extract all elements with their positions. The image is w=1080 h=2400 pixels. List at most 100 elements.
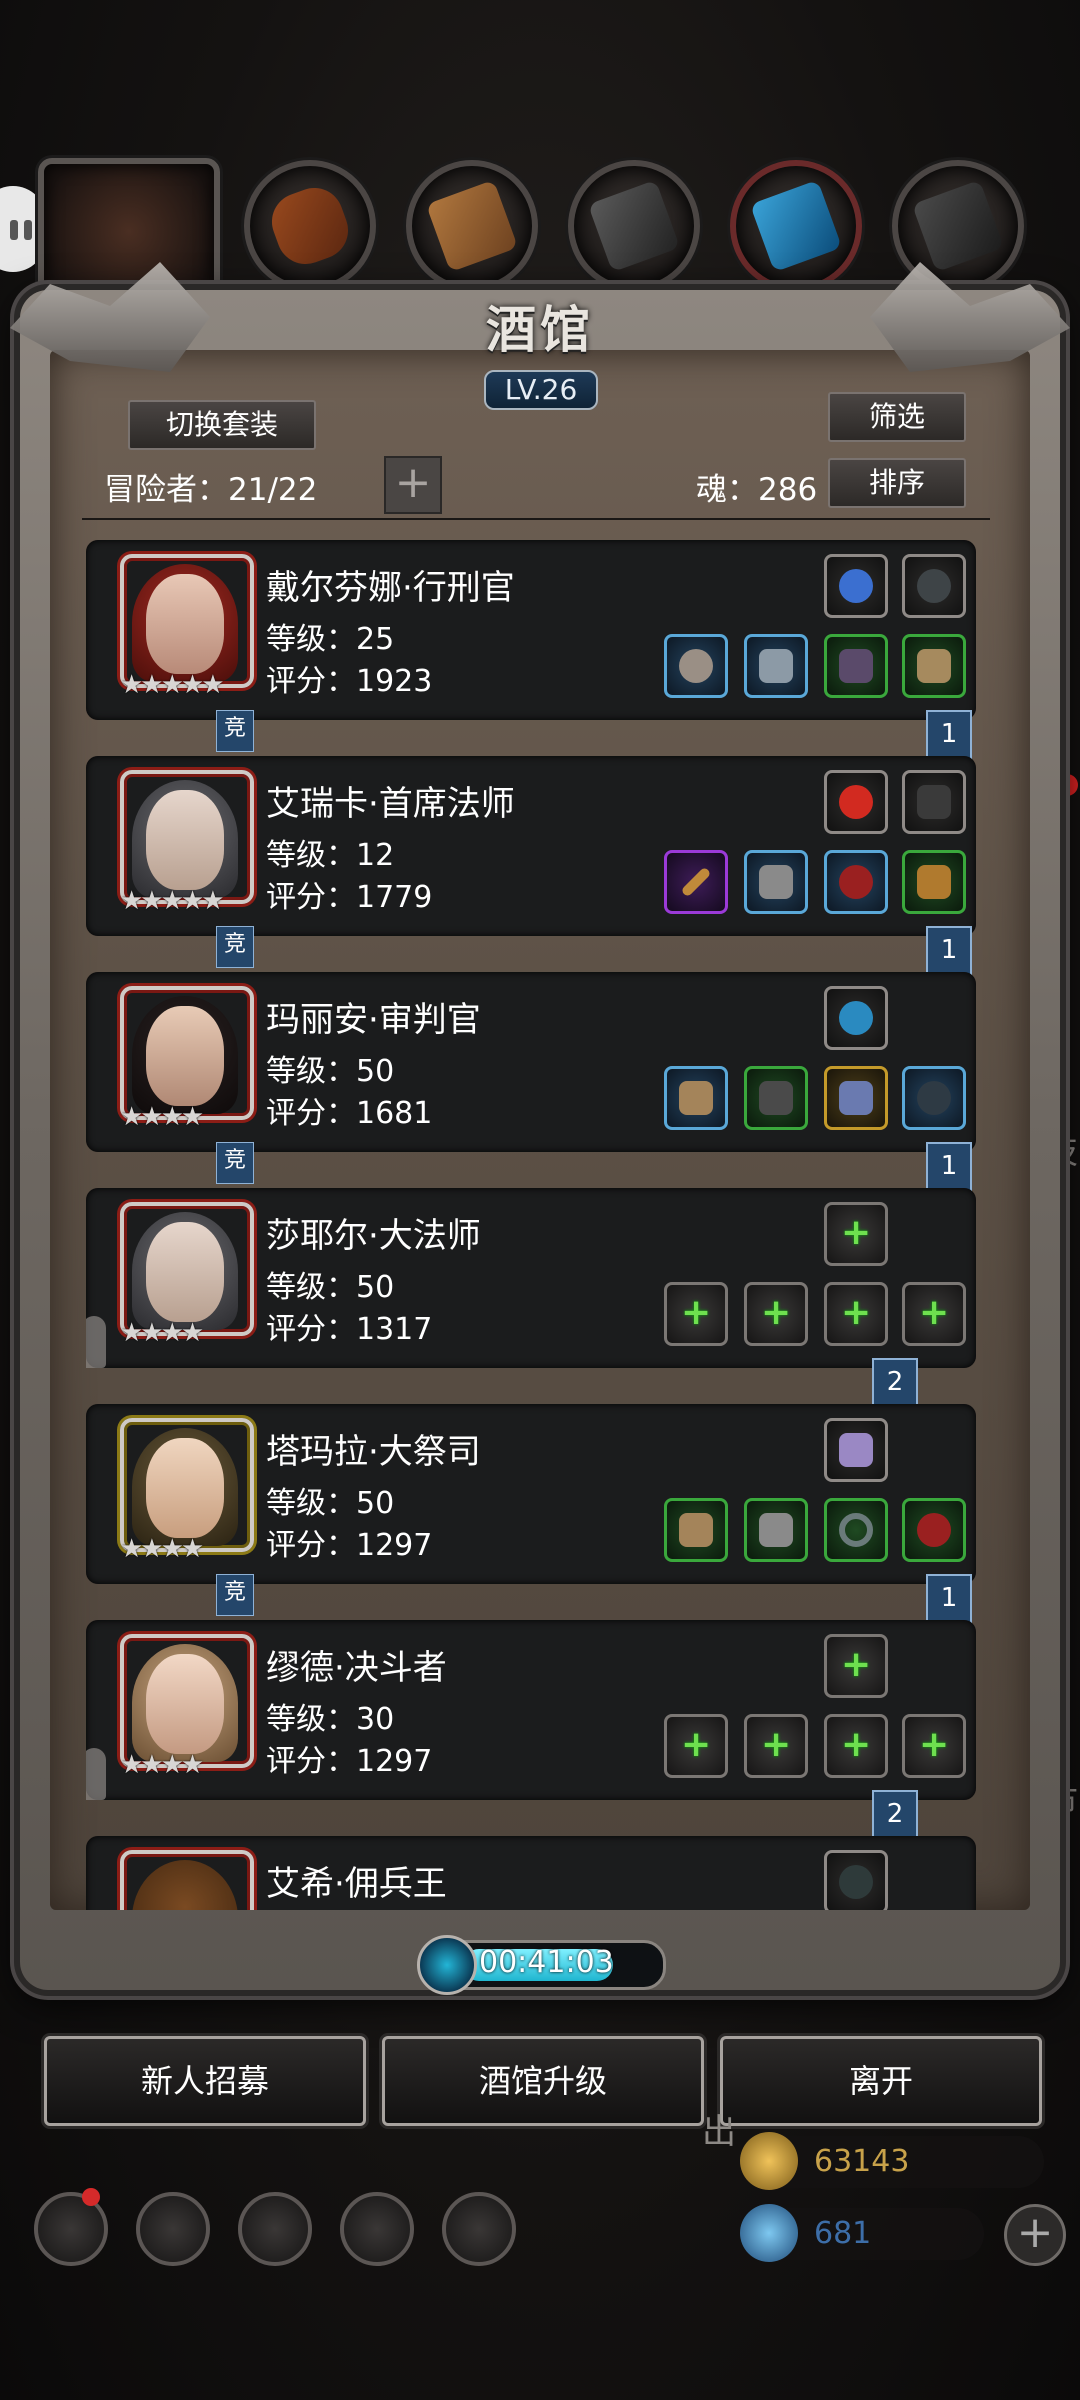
arena-badge: 竞 xyxy=(216,710,254,752)
gear-slot-flower[interactable] xyxy=(824,986,888,1050)
gear-slot-armor[interactable] xyxy=(744,1498,808,1562)
panel-title: 酒馆 xyxy=(486,300,594,359)
hero-name: 莎耶尔·大法师 xyxy=(266,1216,481,1256)
iron-icon xyxy=(587,179,681,273)
gear-slot-gem[interactable] xyxy=(824,770,888,834)
hero-row[interactable]: ★★★★★ 艾瑞卡·首席法师 等级：12 评分：1779 xyxy=(86,756,976,936)
hero-row[interactable]: ★★★★★ 戴尔芬娜·行刑官 等级：25 评分：1923 xyxy=(86,540,976,720)
gold-amount: 63143 xyxy=(814,2144,910,2179)
add-accessory-button[interactable]: + xyxy=(902,1282,966,1346)
gear-slot-shield[interactable] xyxy=(824,1066,888,1130)
hero-row[interactable]: ★★★★ 玛丽安·审判官 等级：50 评分：1681 xyxy=(86,972,976,1152)
hero-name: 缪德·决斗者 xyxy=(266,1648,447,1688)
gear-slot-boots[interactable] xyxy=(744,1066,808,1130)
tavern-level-badge: LV.26 xyxy=(484,370,598,410)
gear-slot-ring[interactable] xyxy=(824,1498,888,1562)
hero-row[interactable]: 艾希·佣兵王 xyxy=(86,1836,976,1910)
hero-name: 艾希·佣兵王 xyxy=(266,1864,447,1904)
side-label-out: 出 xyxy=(702,2112,736,2152)
switch-outfit-button[interactable]: 切换套装 xyxy=(128,400,316,450)
add-armor-button[interactable]: + xyxy=(744,1714,808,1778)
ore-icon xyxy=(911,179,1005,273)
gear-slot-boots[interactable] xyxy=(902,850,966,914)
add-gear-slot-button[interactable]: + xyxy=(824,1202,888,1266)
add-helmet-button[interactable]: + xyxy=(824,1714,888,1778)
gear-slot-potion[interactable] xyxy=(824,554,888,618)
filter-button[interactable]: 筛选 xyxy=(828,392,966,442)
gear-slot-hammer[interactable] xyxy=(664,1066,728,1130)
gold-coin-icon xyxy=(740,2132,798,2190)
gear-slot-armor[interactable] xyxy=(744,634,808,698)
hero-stars: ★★★★★ xyxy=(120,886,225,916)
idle-status-icon xyxy=(86,1748,106,1800)
mail-icon[interactable] xyxy=(340,2192,414,2266)
add-gear-slot-button[interactable]: + xyxy=(824,1634,888,1698)
notification-dot xyxy=(82,2188,100,2206)
adventurer-count: 冒险者：21/22 xyxy=(104,472,318,508)
hero-row[interactable]: ★★★★ 莎耶尔·大法师 等级：50 评分：1317 + + + + + xyxy=(86,1188,976,1368)
add-armor-button[interactable]: + xyxy=(744,1282,808,1346)
hero-name: 戴尔芬娜·行刑官 xyxy=(266,568,515,608)
wood-icon xyxy=(425,179,519,273)
achievement-icon[interactable] xyxy=(136,2192,210,2266)
gear-slot-crystal[interactable] xyxy=(824,1418,888,1482)
gear-slot-stone[interactable] xyxy=(902,770,966,834)
gear-slot-stone[interactable] xyxy=(902,554,966,618)
hero-level: 等级：50 xyxy=(266,1486,395,1521)
hero-row[interactable]: ★★★★ 塔玛拉·大祭司 等级：50 评分：1297 xyxy=(86,1404,976,1584)
upgrade-tavern-button[interactable]: 酒馆升级 xyxy=(382,2036,704,2126)
gem-amount: 681 xyxy=(814,2216,872,2251)
add-gems-button[interactable]: + xyxy=(1004,2204,1066,2266)
hero-portrait xyxy=(120,1850,254,1910)
sort-button[interactable]: 排序 xyxy=(828,458,966,508)
scroll-icon[interactable] xyxy=(442,2192,516,2266)
gear-slot-staff[interactable] xyxy=(664,850,728,914)
idle-status-icon xyxy=(86,1316,106,1368)
gear-slot-helmet[interactable] xyxy=(824,634,888,698)
arena-badge: 竞 xyxy=(216,926,254,968)
hero-portrait xyxy=(120,1418,254,1552)
hero-score: 评分：1317 xyxy=(266,1312,433,1347)
hero-portrait xyxy=(120,1634,254,1768)
hero-level: 等级：25 xyxy=(266,622,395,657)
hero-stars: ★★★★★ xyxy=(120,670,225,700)
gear-slot-weapon[interactable] xyxy=(664,634,728,698)
tab-category-2[interactable] xyxy=(244,160,376,292)
add-adventurer-slot-button[interactable]: + xyxy=(384,456,442,514)
castle-icon[interactable] xyxy=(238,2192,312,2266)
header-divider xyxy=(82,518,990,520)
gear-slot-hammer[interactable] xyxy=(664,1498,728,1562)
gem-resource: 681 xyxy=(740,2204,984,2262)
hero-portrait xyxy=(120,770,254,904)
tab-category-4[interactable] xyxy=(568,160,700,292)
recruit-timer: 00:41:03 xyxy=(417,1935,666,1995)
hero-row[interactable]: ★★★★ 缪德·决斗者 等级：30 评分：1297 + + + + + xyxy=(86,1620,976,1800)
tab-category-5[interactable] xyxy=(730,160,862,292)
hero-level: 等级：30 xyxy=(266,1702,395,1737)
gear-slot-amulet[interactable] xyxy=(902,1498,966,1562)
gem-icon xyxy=(740,2204,798,2262)
hero-portrait xyxy=(120,1202,254,1336)
add-helmet-button[interactable]: + xyxy=(824,1282,888,1346)
hero-stars: ★★★★ xyxy=(120,1534,204,1564)
add-accessory-button[interactable]: + xyxy=(902,1714,966,1778)
hero-score: 评分：1923 xyxy=(266,664,433,699)
add-weapon-button[interactable]: + xyxy=(664,1282,728,1346)
tab-category-3[interactable] xyxy=(406,160,538,292)
gear-slot-amulet[interactable] xyxy=(824,850,888,914)
gold-resource: 63143 xyxy=(740,2132,1044,2190)
crystal-icon xyxy=(749,179,843,273)
hero-portrait xyxy=(120,554,254,688)
hero-stars: ★★★★ xyxy=(120,1318,204,1348)
add-weapon-button[interactable]: + xyxy=(664,1714,728,1778)
gear-slot-glove[interactable] xyxy=(902,634,966,698)
leave-button[interactable]: 离开 xyxy=(720,2036,1042,2126)
gear-slot-stone[interactable] xyxy=(824,1850,888,1910)
hero-score: 评分：1779 xyxy=(266,880,433,915)
bag-icon xyxy=(263,179,357,273)
gear-slot-charm[interactable] xyxy=(902,1066,966,1130)
hero-list[interactable]: ★★★★★ 戴尔芬娜·行刑官 等级：25 评分：1923 竞 1 ★★★★★ 艾… xyxy=(86,530,976,1910)
hero-score: 评分：1681 xyxy=(266,1096,433,1131)
gear-slot-armor[interactable] xyxy=(744,850,808,914)
recruit-button[interactable]: 新人招募 xyxy=(44,2036,366,2126)
